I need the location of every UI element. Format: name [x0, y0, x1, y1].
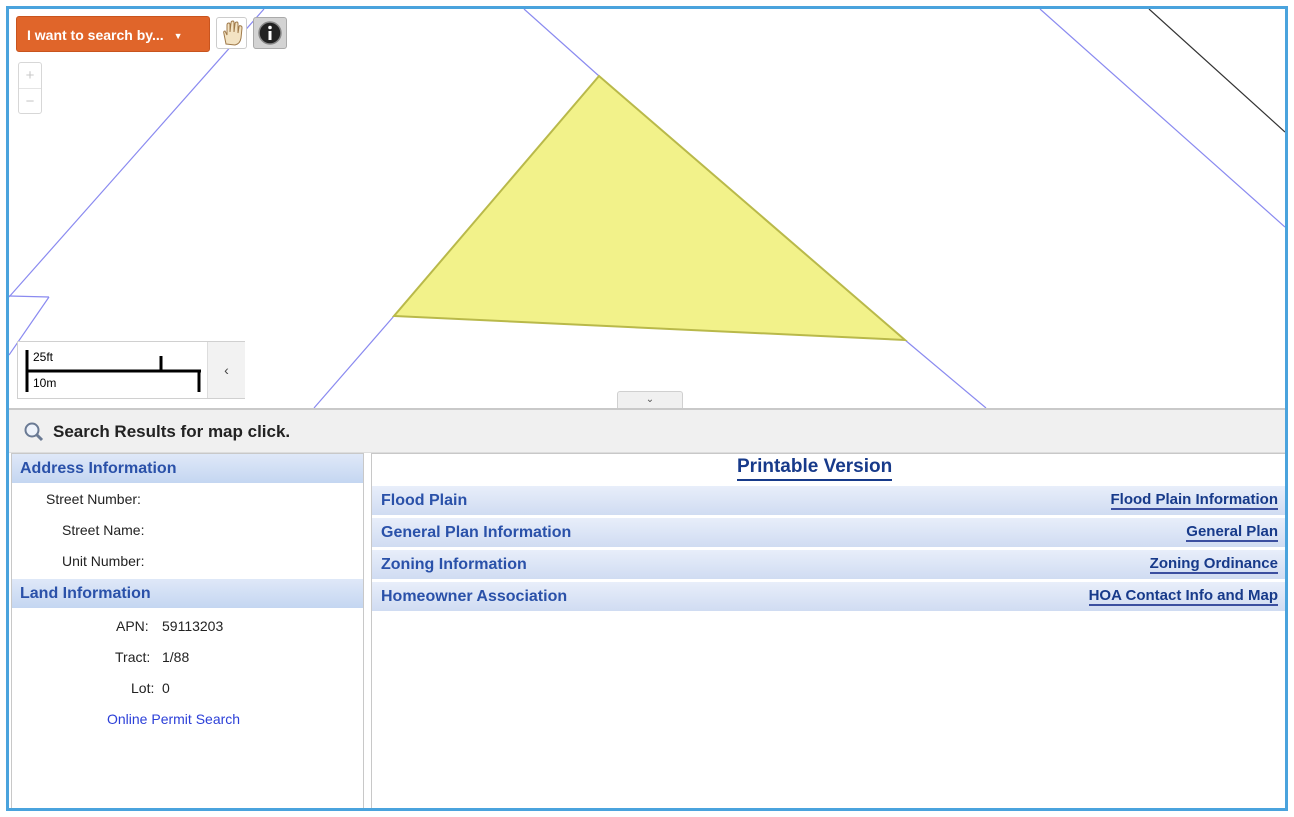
map-view[interactable]: I want to search by... ▼ + − 25ft 10m ‹ … — [9, 9, 1285, 410]
tract-row: Tract: 1/88 — [12, 641, 363, 672]
unit-number-row: Unit Number: — [12, 545, 363, 576]
info-icon — [258, 21, 282, 45]
street-name-row: Street Name: — [12, 514, 363, 545]
caret-down-icon: ▼ — [173, 31, 183, 42]
hand-icon — [223, 20, 243, 46]
parcel-info-panel: Address Information Street Number: Stree… — [11, 453, 364, 808]
scale-meters-label: 10m — [33, 376, 57, 390]
lot-row: Lot: 0 — [12, 672, 363, 703]
identify-tool-button[interactable] — [253, 17, 287, 49]
tract-label: Tract: — [115, 649, 151, 665]
apn-row: APN: 59113203 — [12, 610, 363, 641]
apn-value: 59113203 — [162, 618, 224, 634]
street-name-label: Street Name: — [62, 522, 145, 538]
tract-value: 1/88 — [162, 649, 190, 665]
info-row-hoa: Homeowner Association HOA Contact Info a… — [372, 582, 1285, 611]
general-plan-link[interactable]: General Plan — [1186, 523, 1278, 542]
parcel-boundary — [523, 9, 600, 77]
selected-parcel[interactable] — [391, 74, 908, 342]
info-row-title: General Plan Information — [381, 524, 572, 541]
parcel-boundary — [904, 339, 987, 408]
info-row-title: Zoning Information — [381, 556, 527, 573]
chevron-down-icon: ⌄ — [645, 394, 655, 405]
parcel-boundary — [9, 295, 50, 298]
scale-bar: 25ft 10m ‹ — [17, 341, 245, 399]
flood-plain-info-link[interactable]: Flood Plain Information — [1110, 491, 1278, 510]
lot-label: Lot: — [131, 680, 155, 696]
app-frame: I want to search by... ▼ + − 25ft 10m ‹ … — [6, 6, 1288, 811]
info-row-zoning: Zoning Information Zoning Ordinance — [372, 550, 1285, 579]
results-title: Search Results for map click. — [53, 422, 291, 441]
search-by-button[interactable]: I want to search by... ▼ — [16, 16, 210, 52]
street-number-label: Street Number: — [46, 491, 141, 507]
info-row-title: Flood Plain — [381, 492, 468, 509]
parcel-boundary — [1039, 9, 1285, 228]
printable-version-link[interactable]: Printable Version — [737, 456, 893, 481]
zoom-out-button[interactable]: − — [19, 89, 41, 114]
info-row-general-plan: General Plan Information General Plan — [372, 518, 1285, 547]
magnifier-icon — [24, 422, 44, 442]
search-by-label: I want to search by... — [27, 27, 164, 43]
chevron-left-icon: ‹ — [224, 362, 229, 378]
results-bar: Search Results for map click. — [9, 410, 1285, 453]
road-line — [1148, 9, 1285, 133]
pan-tool-button[interactable] — [216, 17, 247, 49]
online-permit-search-link[interactable]: Online Permit Search — [107, 711, 240, 727]
address-info-header: Address Information — [12, 454, 363, 483]
hoa-contact-link[interactable]: HOA Contact Info and Map — [1088, 587, 1278, 606]
land-info-header: Land Information — [12, 579, 363, 608]
parcel-boundary — [313, 315, 395, 408]
zoning-ordinance-link[interactable]: Zoning Ordinance — [1149, 555, 1278, 574]
collapse-scale-button[interactable]: ‹ — [207, 342, 245, 398]
lot-value: 0 — [162, 680, 170, 696]
scale-feet-label: 25ft — [33, 350, 54, 364]
details-panel: Printable Version Flood Plain Flood Plai… — [371, 453, 1285, 808]
permit-row: Online Permit Search — [12, 703, 363, 734]
toggle-results-button[interactable]: ⌄ — [617, 391, 683, 408]
apn-label: APN: — [116, 618, 149, 634]
info-row-flood-plain: Flood Plain Flood Plain Information — [372, 486, 1285, 515]
unit-number-label: Unit Number: — [62, 553, 145, 569]
info-row-title: Homeowner Association — [381, 588, 568, 605]
street-number-row: Street Number: — [12, 483, 363, 514]
zoom-control: + − — [18, 62, 42, 114]
zoom-in-button[interactable]: + — [19, 63, 41, 89]
